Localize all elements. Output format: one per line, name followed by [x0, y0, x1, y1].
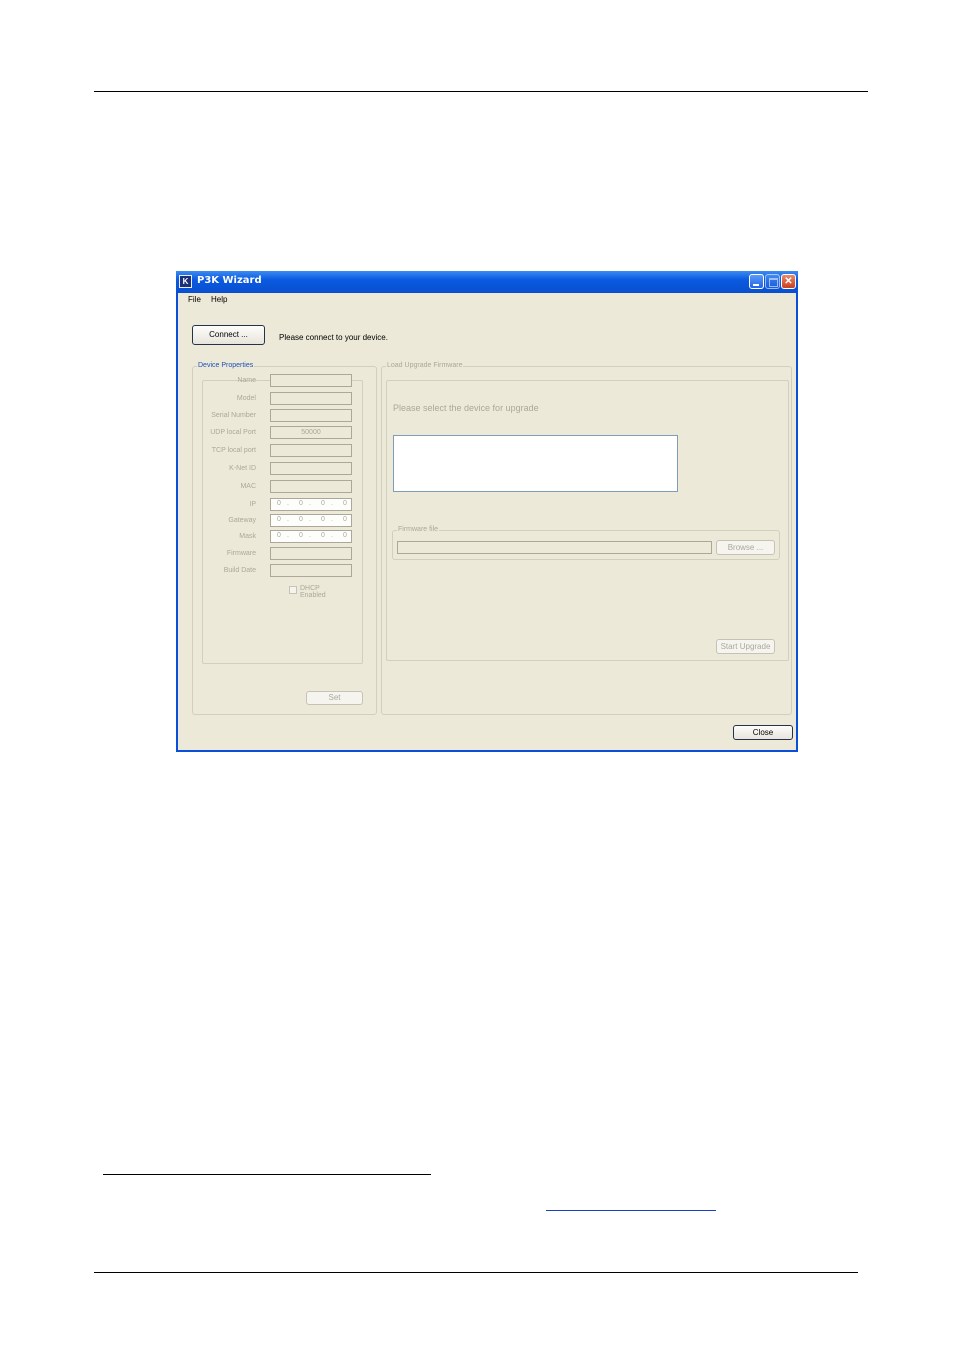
ip-separator: .: [331, 500, 333, 507]
label-build-date: Build Date: [223, 567, 256, 574]
ip-separator: .: [331, 516, 333, 523]
ip-separator: .: [287, 516, 289, 523]
field-serial-number[interactable]: [270, 409, 352, 422]
label-gateway: Gateway: [228, 517, 256, 524]
field-mac[interactable]: [270, 480, 352, 493]
field-build-date[interactable]: [270, 564, 352, 577]
load-upgrade-firmware-title: Load Upgrade Firmware: [386, 362, 464, 369]
ip-octet: 0: [277, 516, 281, 523]
device-properties-title: Device Properties: [197, 362, 255, 369]
dhcp-checkbox[interactable]: [289, 586, 297, 594]
start-upgrade-button[interactable]: Start Upgrade: [716, 639, 775, 654]
ip-octet: 0: [299, 500, 303, 507]
firmware-file-input[interactable]: [397, 541, 712, 554]
field-gateway[interactable]: 0. 0. 0. 0: [270, 514, 352, 527]
field-k-net-id[interactable]: [270, 462, 352, 475]
device-list[interactable]: [393, 435, 678, 492]
ip-octet: 0: [343, 516, 347, 523]
ip-separator: .: [287, 532, 289, 539]
menu-help[interactable]: Help: [211, 295, 227, 304]
set-button[interactable]: Set: [306, 691, 363, 705]
label-model: Model: [236, 395, 256, 402]
ip-separator: .: [331, 532, 333, 539]
ip-octet: 0: [277, 500, 281, 507]
ip-separator: .: [309, 516, 311, 523]
ip-separator: .: [309, 500, 311, 507]
window-title: P3K Wizard: [197, 275, 262, 286]
firmware-file-title: Firmware file: [397, 526, 440, 533]
upgrade-instruction: Please select the device for upgrade: [393, 403, 539, 413]
firmware-file-group: Firmware file Browse ...: [392, 526, 780, 560]
load-upgrade-firmware-group: Load Upgrade Firmware Please select the …: [381, 362, 792, 715]
label-tcp-local-port: TCP local port: [211, 447, 256, 454]
field-ip[interactable]: 0. 0. 0. 0: [270, 498, 352, 511]
label-udp-local-port: UDP local Port: [210, 429, 256, 436]
label-ip: IP: [249, 501, 256, 508]
field-firmware[interactable]: [270, 547, 352, 560]
maximize-button[interactable]: [765, 274, 780, 289]
ip-octet: 0: [343, 532, 347, 539]
ip-octet: 0: [277, 532, 281, 539]
menu-bar: File Help: [178, 293, 796, 307]
close-icon: ✕: [784, 276, 793, 287]
ip-octet: 0: [321, 532, 325, 539]
browse-button[interactable]: Browse ...: [716, 540, 775, 555]
ip-octet: 0: [299, 516, 303, 523]
header-rule: [94, 91, 868, 92]
label-serial-number: Serial Number: [211, 412, 256, 419]
upgrade-panel: [386, 380, 789, 661]
ip-octet: 0: [299, 532, 303, 539]
p3k-wizard-window: K P3K Wizard ✕ File Help Connect ... Ple…: [176, 271, 798, 752]
connect-status: Please connect to your device.: [279, 333, 388, 342]
footer-rule: [94, 1272, 858, 1273]
footnote-rule: [103, 1174, 431, 1175]
window-client-area: File Help Connect ... Please connect to …: [178, 293, 796, 750]
maximize-icon: [769, 278, 778, 287]
connect-button[interactable]: Connect ...: [192, 325, 265, 345]
label-mac: MAC: [240, 483, 256, 490]
field-mask[interactable]: 0. 0. 0. 0: [270, 530, 352, 543]
menu-file[interactable]: File: [188, 295, 201, 304]
close-button[interactable]: Close: [733, 725, 793, 740]
ip-octet: 0: [343, 500, 347, 507]
app-icon: K: [179, 275, 192, 288]
ip-separator: .: [287, 500, 289, 507]
footnote-link-underline[interactable]: [546, 1210, 716, 1211]
ip-octet: 0: [321, 516, 325, 523]
minimize-icon: [753, 284, 759, 286]
field-udp-local-port[interactable]: 50000: [270, 426, 352, 439]
minimize-button[interactable]: [749, 274, 764, 289]
label-mask: Mask: [239, 533, 256, 540]
close-window-button[interactable]: ✕: [781, 274, 796, 289]
field-tcp-local-port[interactable]: [270, 444, 352, 457]
label-k-net-id: K-Net ID: [229, 465, 256, 472]
title-bar: K P3K Wizard ✕: [176, 271, 798, 293]
ip-octet: 0: [321, 500, 325, 507]
field-model[interactable]: [270, 392, 352, 405]
label-firmware: Firmware: [226, 550, 256, 557]
label-name: Name: [237, 377, 256, 384]
field-name[interactable]: [270, 374, 352, 387]
dhcp-label: DHCP Enabled: [300, 585, 326, 599]
ip-separator: .: [309, 532, 311, 539]
